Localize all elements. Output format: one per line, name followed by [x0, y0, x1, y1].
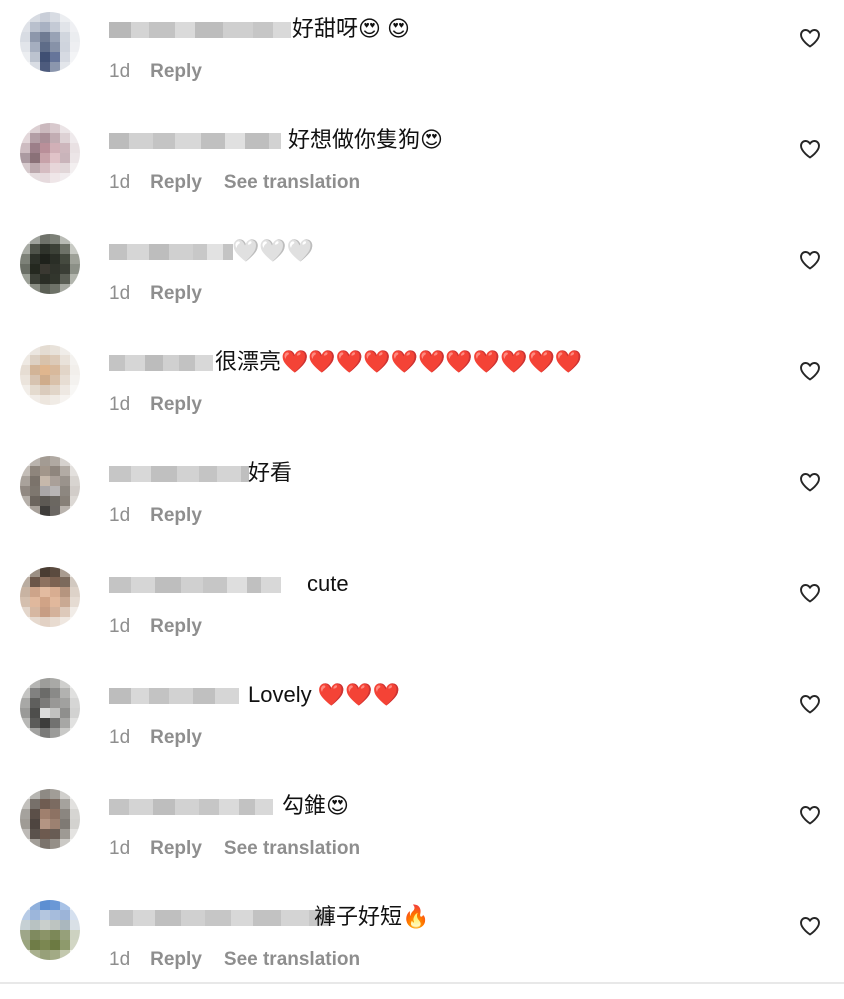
comment-meta: 1d Reply [109, 60, 224, 84]
comment-time: 1d [109, 505, 131, 526]
comment-item: cute 1d Reply [0, 555, 844, 666]
comment-meta: 1d Reply [109, 726, 224, 750]
avatar[interactable] [20, 900, 80, 960]
reply-button[interactable]: Reply [150, 61, 202, 82]
heart-outline-icon[interactable] [798, 137, 822, 161]
comment-item: 好想做你隻狗😍 1d Reply See translation [0, 111, 844, 222]
comment-text: 勾錐😍 [282, 793, 349, 818]
comment-text: 好想做你隻狗😍 [288, 127, 443, 152]
reply-button[interactable]: Reply [150, 505, 202, 526]
comment-time: 1d [109, 949, 131, 970]
comment-time: 1d [109, 727, 131, 748]
comment-item: 勾錐😍 1d Reply See translation [0, 777, 844, 888]
comment-time: 1d [109, 838, 131, 859]
comment-item: 🤍🤍🤍 1d Reply [0, 222, 844, 333]
avatar[interactable] [20, 567, 80, 627]
username-blurred[interactable] [109, 355, 213, 371]
username-blurred[interactable] [109, 910, 331, 926]
avatar[interactable] [20, 345, 80, 405]
comment-time: 1d [109, 61, 131, 82]
comment-text: 很漂亮❤️❤️❤️❤️❤️❤️❤️❤️❤️❤️❤️ [215, 349, 583, 374]
reply-button[interactable]: Reply [150, 949, 202, 970]
heart-outline-icon[interactable] [798, 26, 822, 50]
comment-text: 褲子好短🔥 [314, 904, 430, 929]
comment-text: 好看 [248, 460, 293, 485]
heart-outline-icon[interactable] [798, 470, 822, 494]
comment-text: 🤍🤍🤍 [232, 238, 315, 263]
avatar[interactable] [20, 456, 80, 516]
username-blurred[interactable] [109, 22, 291, 38]
username-blurred[interactable] [109, 466, 249, 482]
comment-text: cute [307, 571, 349, 596]
heart-outline-icon[interactable] [798, 581, 822, 605]
comment-time: 1d [109, 172, 131, 193]
reply-button[interactable]: Reply [150, 283, 202, 304]
avatar[interactable] [20, 12, 80, 72]
username-blurred[interactable] [109, 244, 233, 260]
reply-button[interactable]: Reply [150, 394, 202, 415]
reply-button[interactable]: Reply [150, 172, 202, 193]
comment-meta: 1d Reply See translation [109, 948, 382, 972]
see-translation-link[interactable]: See translation [224, 172, 360, 193]
comment-text: 好甜呀😍 😍 [292, 16, 410, 41]
comment-meta: 1d Reply [109, 615, 224, 639]
heart-outline-icon[interactable] [798, 248, 822, 272]
avatar[interactable] [20, 678, 80, 738]
comment-meta: 1d Reply [109, 282, 224, 306]
reply-button[interactable]: Reply [150, 727, 202, 748]
comment-text: Lovely ❤️❤️❤️ [248, 682, 400, 707]
reply-button[interactable]: Reply [150, 838, 202, 859]
comment-time: 1d [109, 394, 131, 415]
comment-item: Lovely ❤️❤️❤️ 1d Reply [0, 666, 844, 777]
comment-meta: 1d Reply [109, 504, 224, 528]
username-blurred[interactable] [109, 133, 281, 149]
comment-meta: 1d Reply [109, 393, 224, 417]
comment-item: 很漂亮❤️❤️❤️❤️❤️❤️❤️❤️❤️❤️❤️ 1d Reply [0, 333, 844, 444]
comment-meta: 1d Reply See translation [109, 837, 382, 861]
heart-outline-icon[interactable] [798, 803, 822, 827]
see-translation-link[interactable]: See translation [224, 949, 360, 970]
username-blurred[interactable] [109, 577, 281, 593]
heart-outline-icon[interactable] [798, 692, 822, 716]
avatar[interactable] [20, 234, 80, 294]
comment-time: 1d [109, 616, 131, 637]
username-blurred[interactable] [109, 799, 273, 815]
reply-button[interactable]: Reply [150, 616, 202, 637]
heart-outline-icon[interactable] [798, 359, 822, 383]
avatar[interactable] [20, 789, 80, 849]
heart-outline-icon[interactable] [798, 914, 822, 938]
comment-time: 1d [109, 283, 131, 304]
avatar[interactable] [20, 123, 80, 183]
see-translation-link[interactable]: See translation [224, 838, 360, 859]
comment-item: 好甜呀😍 😍 1d Reply [0, 0, 844, 111]
comment-item: 好看 1d Reply [0, 444, 844, 555]
username-blurred[interactable] [109, 688, 239, 704]
comment-meta: 1d Reply See translation [109, 171, 382, 195]
